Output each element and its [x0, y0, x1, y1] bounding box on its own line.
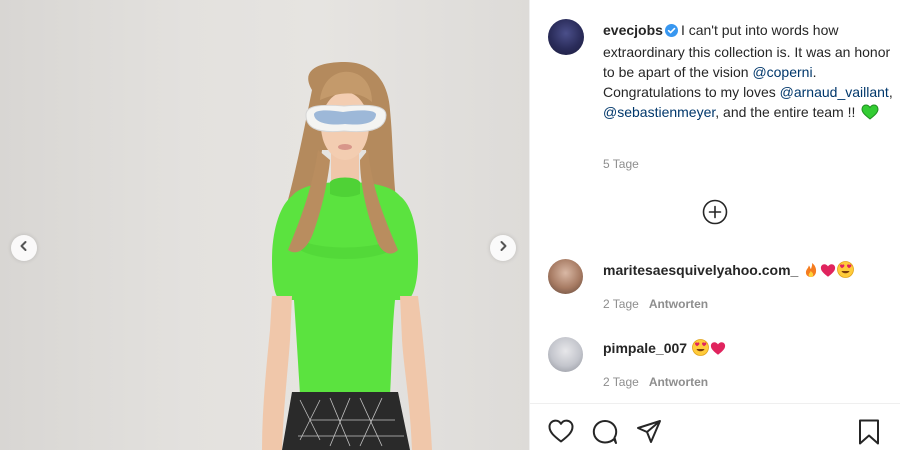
photo-illustration [262, 62, 432, 450]
verified-badge-icon [664, 22, 678, 42]
comment-meta: 2 Tage Antworten [603, 375, 708, 389]
comment-button[interactable] [591, 418, 619, 446]
avatar[interactable] [548, 337, 583, 372]
paper-plane-icon [635, 420, 663, 450]
carousel-next-button[interactable] [490, 235, 516, 261]
mention-link[interactable]: @arnaud_vaillant [780, 84, 889, 100]
green-heart-icon [861, 104, 879, 125]
plus-circle-icon [702, 199, 728, 229]
mention-link[interactable]: @sebastienmeyer [603, 104, 715, 120]
red-heart-icon [710, 341, 726, 360]
avatar[interactable] [548, 19, 584, 55]
carousel-prev-button[interactable] [11, 235, 37, 261]
comment-timestamp[interactable]: 2 Tage [603, 297, 639, 311]
action-bar [530, 403, 900, 450]
comment: maritesaesquivelyahoo.com_ [603, 261, 855, 282]
post-timestamp[interactable]: 5 Tage [603, 157, 639, 171]
caption-username[interactable]: evecjobs [603, 22, 663, 38]
reply-button[interactable]: Antworten [649, 297, 708, 311]
post-caption: evecjobs I can't put into words how extra… [603, 20, 893, 125]
caption-text: , [888, 84, 893, 100]
share-button[interactable] [635, 418, 663, 446]
bookmark-icon [856, 419, 882, 450]
comment-username[interactable]: maritesaesquivelyahoo.com_ [603, 262, 798, 278]
comment: pimpale_007 [603, 339, 726, 360]
avatar[interactable] [548, 259, 583, 294]
chevron-left-icon [18, 239, 30, 257]
mention-link[interactable]: @coperni [752, 64, 812, 80]
comment-timestamp[interactable]: 2 Tage [603, 375, 639, 389]
chevron-right-icon [497, 239, 509, 257]
heart-eyes-icon [692, 339, 709, 360]
reply-button[interactable]: Antworten [649, 375, 708, 389]
comment-username[interactable]: pimpale_007 [603, 340, 687, 356]
red-heart-icon [820, 263, 836, 282]
save-button[interactable] [856, 418, 884, 446]
post-detail-panel: evecjobs I can't put into words how extra… [530, 0, 900, 450]
like-button[interactable] [547, 418, 575, 446]
comment-meta: 2 Tage Antworten [603, 297, 708, 311]
load-more-comments-button[interactable] [702, 199, 728, 225]
speech-bubble-icon [591, 420, 619, 450]
heart-outline-icon [547, 419, 575, 448]
caption-text: , and the entire team !! [715, 104, 860, 120]
fire-icon [803, 262, 819, 282]
heart-eyes-icon [837, 261, 855, 282]
post-photo[interactable] [0, 0, 529, 450]
